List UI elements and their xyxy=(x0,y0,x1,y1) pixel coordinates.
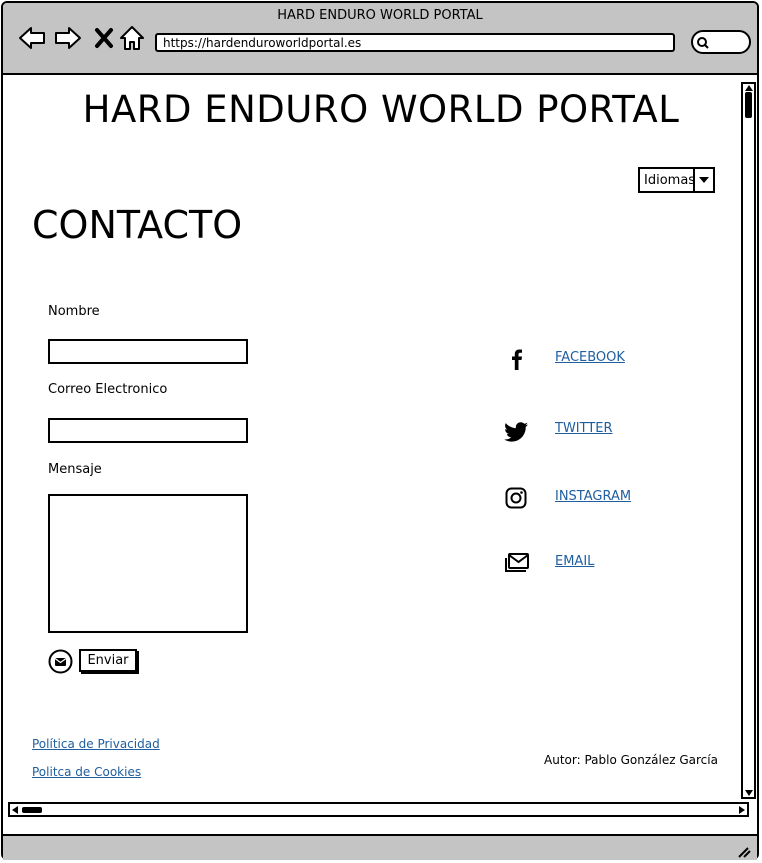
instagram-link[interactable]: INSTAGRAM xyxy=(555,489,631,504)
name-label: Nombre xyxy=(48,304,100,319)
url-bar[interactable]: https://hardenduroworldportal.es xyxy=(155,33,675,52)
facebook-link[interactable]: FACEBOOK xyxy=(555,350,625,365)
scroll-right-arrow-icon[interactable] xyxy=(738,805,747,815)
facebook-icon xyxy=(512,349,522,370)
chevron-down-icon xyxy=(699,177,709,183)
site-title: HARD ENDURO WORLD PORTAL xyxy=(82,88,680,131)
privacy-policy-link[interactable]: Política de Privacidad xyxy=(32,737,160,751)
resize-grip-icon[interactable] xyxy=(737,846,751,858)
horizontal-scroll-thumb[interactable] xyxy=(22,807,42,813)
home-icon[interactable] xyxy=(117,23,147,53)
scroll-left-arrow-icon[interactable] xyxy=(10,805,19,815)
send-button[interactable]: Enviar xyxy=(79,649,137,672)
twitter-icon xyxy=(504,422,528,442)
close-x-icon[interactable] xyxy=(89,23,119,53)
language-select-toggle[interactable] xyxy=(693,169,713,191)
search-icon xyxy=(697,37,709,49)
window-title: HARD ENDURO WORLD PORTAL xyxy=(277,8,483,23)
forward-arrow-icon[interactable] xyxy=(53,23,83,53)
scroll-down-arrow-icon[interactable] xyxy=(744,789,754,797)
twitter-link[interactable]: TWITTER xyxy=(555,421,613,436)
browser-search-field[interactable] xyxy=(691,30,751,54)
horizontal-scrollbar[interactable] xyxy=(8,802,749,817)
email-link[interactable]: EMAIL xyxy=(555,554,594,569)
browser-toolbar: HARD ENDURO WORLD PORTAL https://hardend… xyxy=(3,3,757,75)
status-bar xyxy=(3,834,757,860)
envelope-circle-icon xyxy=(48,649,73,674)
cookies-policy-link[interactable]: Politca de Cookies xyxy=(32,765,141,779)
instagram-icon xyxy=(505,487,527,509)
mail-icon xyxy=(505,553,529,572)
language-select[interactable]: Idiomas xyxy=(638,167,715,193)
language-select-label: Idiomas xyxy=(644,173,696,188)
message-label: Mensaje xyxy=(48,462,102,477)
email-field[interactable] xyxy=(48,418,248,443)
page-title: CONTACTO xyxy=(32,203,243,247)
email-label: Correo Electronico xyxy=(48,382,168,397)
message-field[interactable] xyxy=(48,494,248,633)
name-field[interactable] xyxy=(48,339,248,364)
vertical-scrollbar[interactable] xyxy=(741,82,756,799)
author-credit: Autor: Pablo González García xyxy=(544,753,718,767)
back-arrow-icon[interactable] xyxy=(17,23,47,53)
